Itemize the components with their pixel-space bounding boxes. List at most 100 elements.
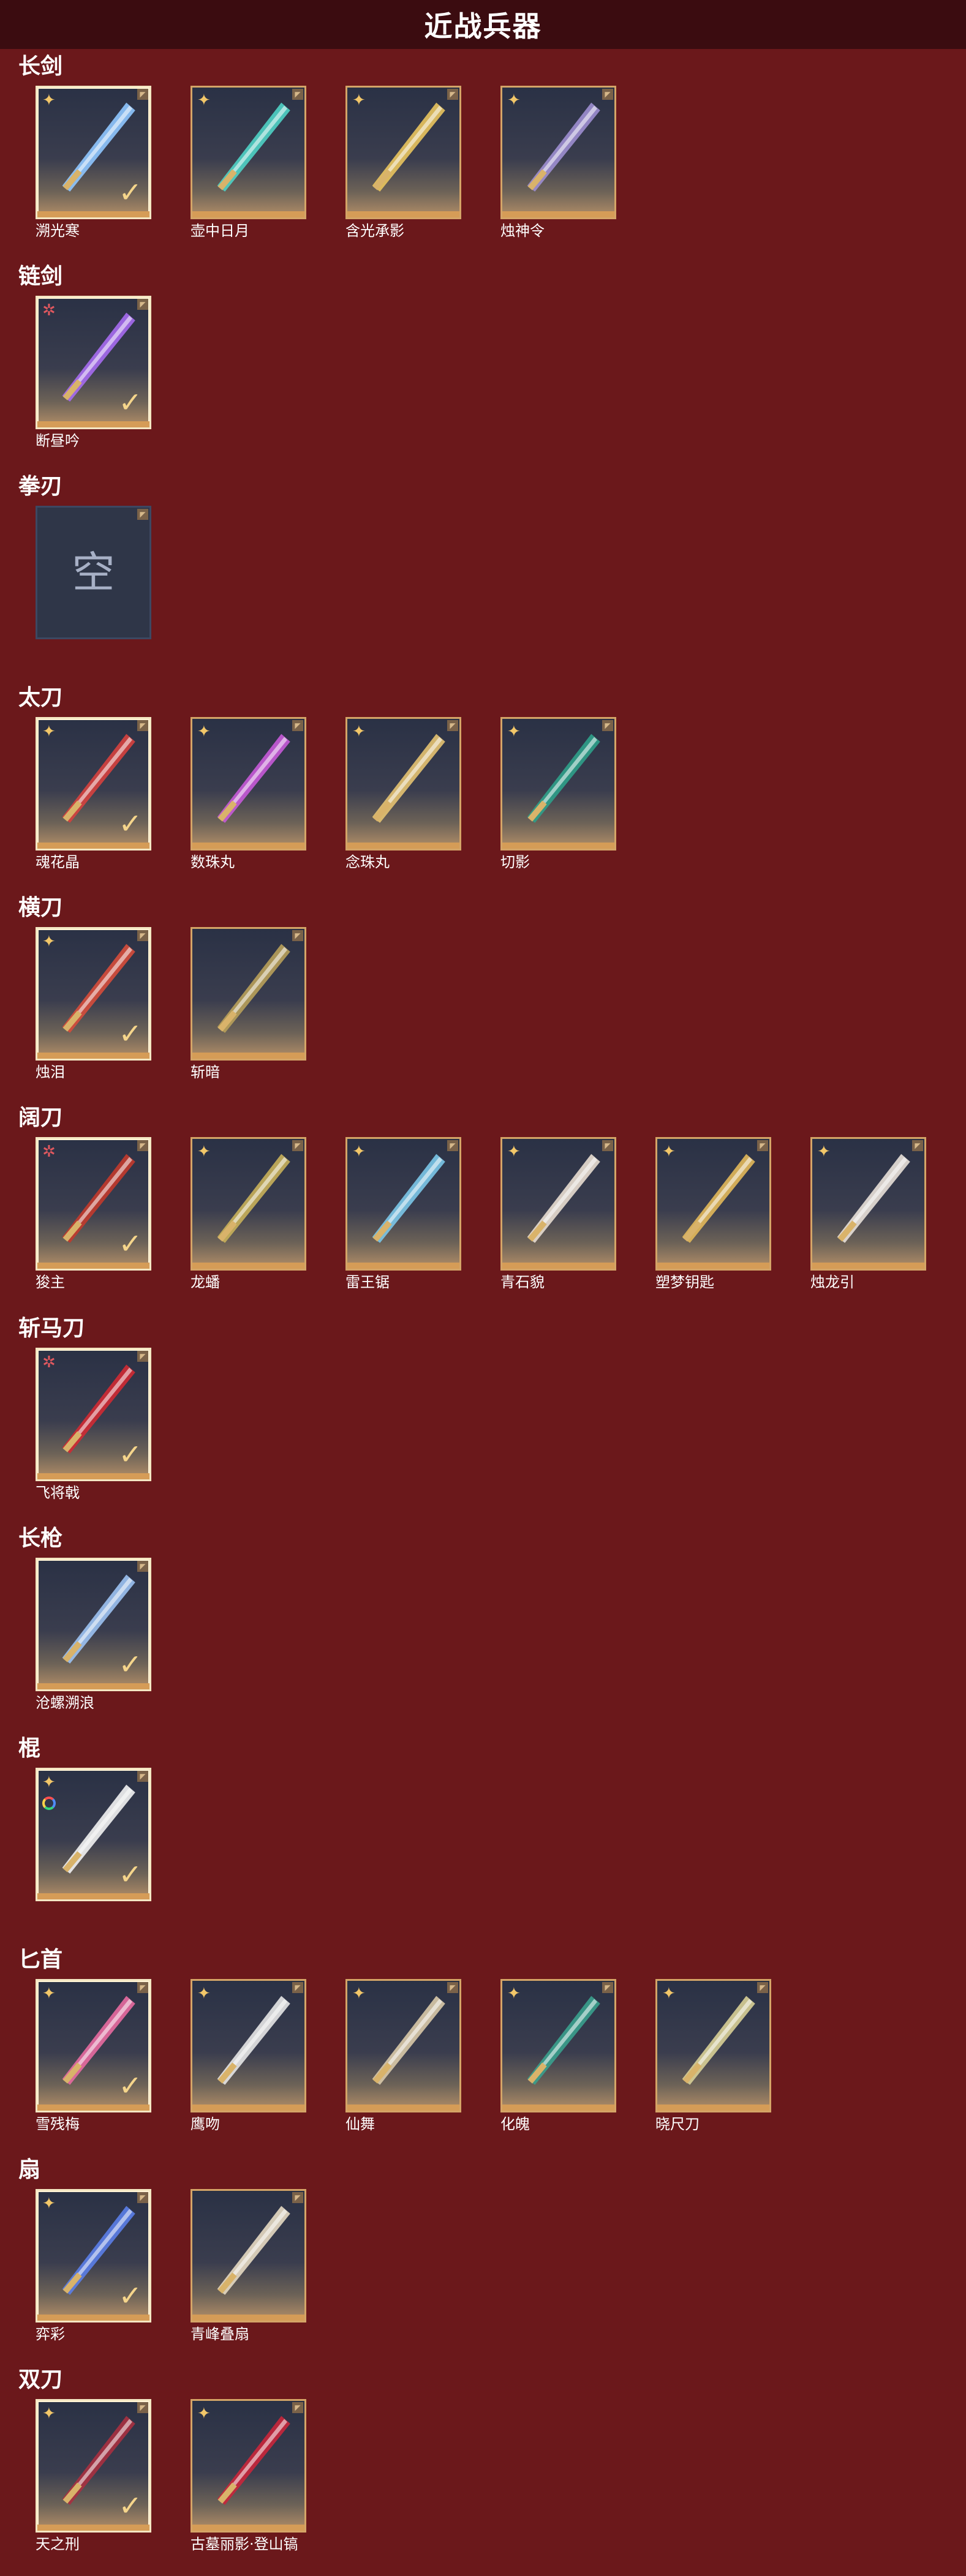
weapon-card[interactable]: ✦ ◤: [655, 1137, 771, 1271]
owned-check-icon: ✓: [118, 386, 142, 419]
weapon-name: 魂花晶: [36, 854, 80, 871]
owned-check-icon: ✓: [118, 2489, 142, 2522]
weapon-category: 太刀 ✦ ✓ ◤ 魂花晶 ✦ ◤ 数珠丸 ✦ ◤ 念珠丸 ✦ ◤ 切影: [0, 683, 966, 885]
weapon-card[interactable]: ✦ ◤: [345, 1137, 461, 1271]
weapon-name: 溯光寒: [36, 222, 80, 239]
weapon-category: 长枪 ✓ ◤ 沧螺溯浪: [0, 1524, 966, 1726]
weapon-name: 数珠丸: [191, 854, 235, 871]
weapon-name: 天之刑: [36, 2536, 80, 2553]
corner-tag-icon: ◤: [602, 89, 613, 100]
weapon-item[interactable]: ✦ ◤ 晓尺刀: [655, 1979, 775, 2133]
weapon-item[interactable]: ✦ ✓ ◤ 天之刑: [36, 2399, 155, 2553]
weapon-card[interactable]: ✦ ◤: [500, 1137, 616, 1271]
weapon-card[interactable]: ✦ ◤: [345, 86, 461, 219]
weapon-card[interactable]: ✦ ◤: [191, 717, 306, 851]
weapon-item[interactable]: ✦ ◤ 壶中日月: [191, 86, 310, 240]
weapon-card[interactable]: ✦ ◤: [810, 1137, 926, 1271]
weapon-item[interactable]: ✦ ✓ ◤ 弈彩: [36, 2189, 155, 2343]
weapon-name: 弈彩: [36, 2326, 65, 2343]
weapon-item[interactable]: ✦ ✓ ◤ 魂花晶: [36, 717, 155, 871]
weapon-item[interactable]: ✦ ◤ 烛龙引: [810, 1137, 930, 1291]
weapon-item[interactable]: ✦ ◤ 切影: [500, 717, 620, 871]
corner-tag-icon: ◤: [137, 2192, 148, 2203]
weapon-card[interactable]: ✦ ✓ ◤: [36, 717, 151, 851]
weapon-category: 棍 ✦ ✓ ◤: [0, 1734, 966, 1936]
weapon-item[interactable]: ✦ ✓ ◤ 烛泪: [36, 927, 155, 1081]
weapon-item[interactable]: ✲ ✓ ◤ 狻主: [36, 1137, 155, 1291]
gold-rank-star-icon: ✦: [197, 91, 211, 110]
card-quality-bar: [37, 1473, 149, 1479]
weapon-item[interactable]: ✦ ◤ 青石貌: [500, 1137, 620, 1291]
card-quality-bar: [657, 2105, 769, 2111]
owned-check-icon: ✓: [118, 1858, 142, 1891]
weapon-item[interactable]: ✦ ◤ 数珠丸: [191, 717, 310, 871]
card-quality-bar: [347, 211, 459, 217]
weapon-art-icon: [217, 2206, 290, 2295]
weapon-category: 链剑 ✲ ✓ ◤ 断昼吟: [0, 262, 966, 464]
weapon-category: 拳刃空 ◤: [0, 472, 966, 674]
weapon-item[interactable]: ✦ ◤ 仙舞: [345, 1979, 465, 2133]
gold-rank-star-icon: ✦: [662, 1985, 676, 2003]
weapon-card[interactable]: ✲ ✓ ◤: [36, 1348, 151, 1481]
weapon-item[interactable]: ✦ ◤ 含光承影: [345, 86, 465, 240]
weapon-item[interactable]: ✦ ◤ 古墓丽影·登山镐: [191, 2399, 310, 2553]
weapon-card[interactable]: ✦ ◤: [345, 717, 461, 851]
weapon-card[interactable]: ◤: [191, 927, 306, 1061]
weapon-item[interactable]: ✦ ✓ ◤ 雪残梅: [36, 1979, 155, 2133]
weapon-item[interactable]: ✦ ◤ 雷王锯: [345, 1137, 465, 1291]
weapon-card[interactable]: ✦ ◤: [500, 717, 616, 851]
weapon-card[interactable]: ✦ ◤: [500, 86, 616, 219]
weapon-card[interactable]: ✦ ◤: [345, 1979, 461, 2112]
weapon-item[interactable]: ✲ ✓ ◤ 飞将戟: [36, 1348, 155, 1502]
weapon-card[interactable]: ✦ ◤: [191, 2399, 306, 2533]
category-title: 阔刀: [18, 1105, 63, 1130]
weapon-item[interactable]: ✦ ◤ 龙蟠: [191, 1137, 310, 1291]
corner-tag-icon: ◤: [447, 720, 458, 731]
gold-rank-star-icon: ✦: [352, 1143, 366, 1161]
corner-tag-icon: ◤: [137, 509, 148, 520]
weapon-card[interactable]: ✓ ◤: [36, 1558, 151, 1691]
weapon-item[interactable]: ✦ ◤ 塑梦钥匙: [655, 1137, 775, 1291]
weapon-item[interactable]: ✦ ◤ 鹰吻: [191, 1979, 310, 2133]
gold-rank-star-icon: ✦: [507, 91, 521, 110]
card-quality-bar: [502, 211, 614, 217]
weapon-card[interactable]: ✦ ✓ ◤: [36, 927, 151, 1061]
weapon-card[interactable]: ✦ ✓ ◤: [36, 2189, 151, 2323]
rainbow-skin-icon: [42, 1797, 56, 1810]
red-rank-star-icon: ✲: [42, 301, 56, 320]
corner-tag-icon: ◤: [602, 1982, 613, 1993]
corner-tag-icon: ◤: [292, 2192, 303, 2203]
weapon-card[interactable]: ✦ ✓ ◤: [36, 86, 151, 219]
weapon-item[interactable]: 空 ◤: [36, 506, 155, 639]
weapon-card[interactable]: ✲ ✓ ◤: [36, 296, 151, 429]
weapon-card[interactable]: ✦ ✓ ◤: [36, 2399, 151, 2533]
weapon-item[interactable]: ✦ ◤ 烛神令: [500, 86, 620, 240]
weapon-item[interactable]: ✓ ◤ 沧螺溯浪: [36, 1558, 155, 1712]
weapon-card[interactable]: ✦ ◤: [655, 1979, 771, 2112]
card-quality-bar: [192, 1053, 304, 1059]
weapon-card[interactable]: ✦ ◤: [191, 1137, 306, 1271]
corner-tag-icon: ◤: [757, 1982, 768, 1993]
weapon-card[interactable]: ✦ ✓ ◤: [36, 1979, 151, 2112]
weapon-item[interactable]: ◤ 青峰叠扇: [191, 2189, 310, 2343]
category-title: 太刀: [18, 685, 63, 710]
weapon-item[interactable]: ✦ ✓ ◤ 溯光寒: [36, 86, 155, 240]
weapon-item[interactable]: ✦ ✓ ◤: [36, 1768, 155, 1901]
weapon-item[interactable]: ✦ ◤ 念珠丸: [345, 717, 465, 871]
weapon-card[interactable]: ✦ ◤: [191, 1979, 306, 2112]
weapon-card[interactable]: ✦ ◤: [500, 1979, 616, 2112]
weapon-name: 古墓丽影·登山镐: [191, 2536, 298, 2553]
gold-rank-star-icon: ✦: [197, 723, 211, 741]
card-quality-bar: [347, 1263, 459, 1269]
weapon-item[interactable]: ✦ ◤ 化魄: [500, 1979, 620, 2133]
empty-weapon-slot[interactable]: 空 ◤: [36, 506, 151, 639]
weapon-item[interactable]: ✲ ✓ ◤ 断昼吟: [36, 296, 155, 450]
gold-rank-star-icon: ✦: [197, 2405, 211, 2423]
weapon-card[interactable]: ✲ ✓ ◤: [36, 1137, 151, 1271]
weapon-card[interactable]: ◤: [191, 2189, 306, 2323]
weapon-card[interactable]: ✦ ✓ ◤: [36, 1768, 151, 1901]
weapon-card[interactable]: ✦ ◤: [191, 86, 306, 219]
weapon-item[interactable]: ◤ 斩暗: [191, 927, 310, 1081]
red-rank-star-icon: ✲: [42, 1143, 56, 1161]
gold-rank-star-icon: ✦: [817, 1143, 831, 1161]
